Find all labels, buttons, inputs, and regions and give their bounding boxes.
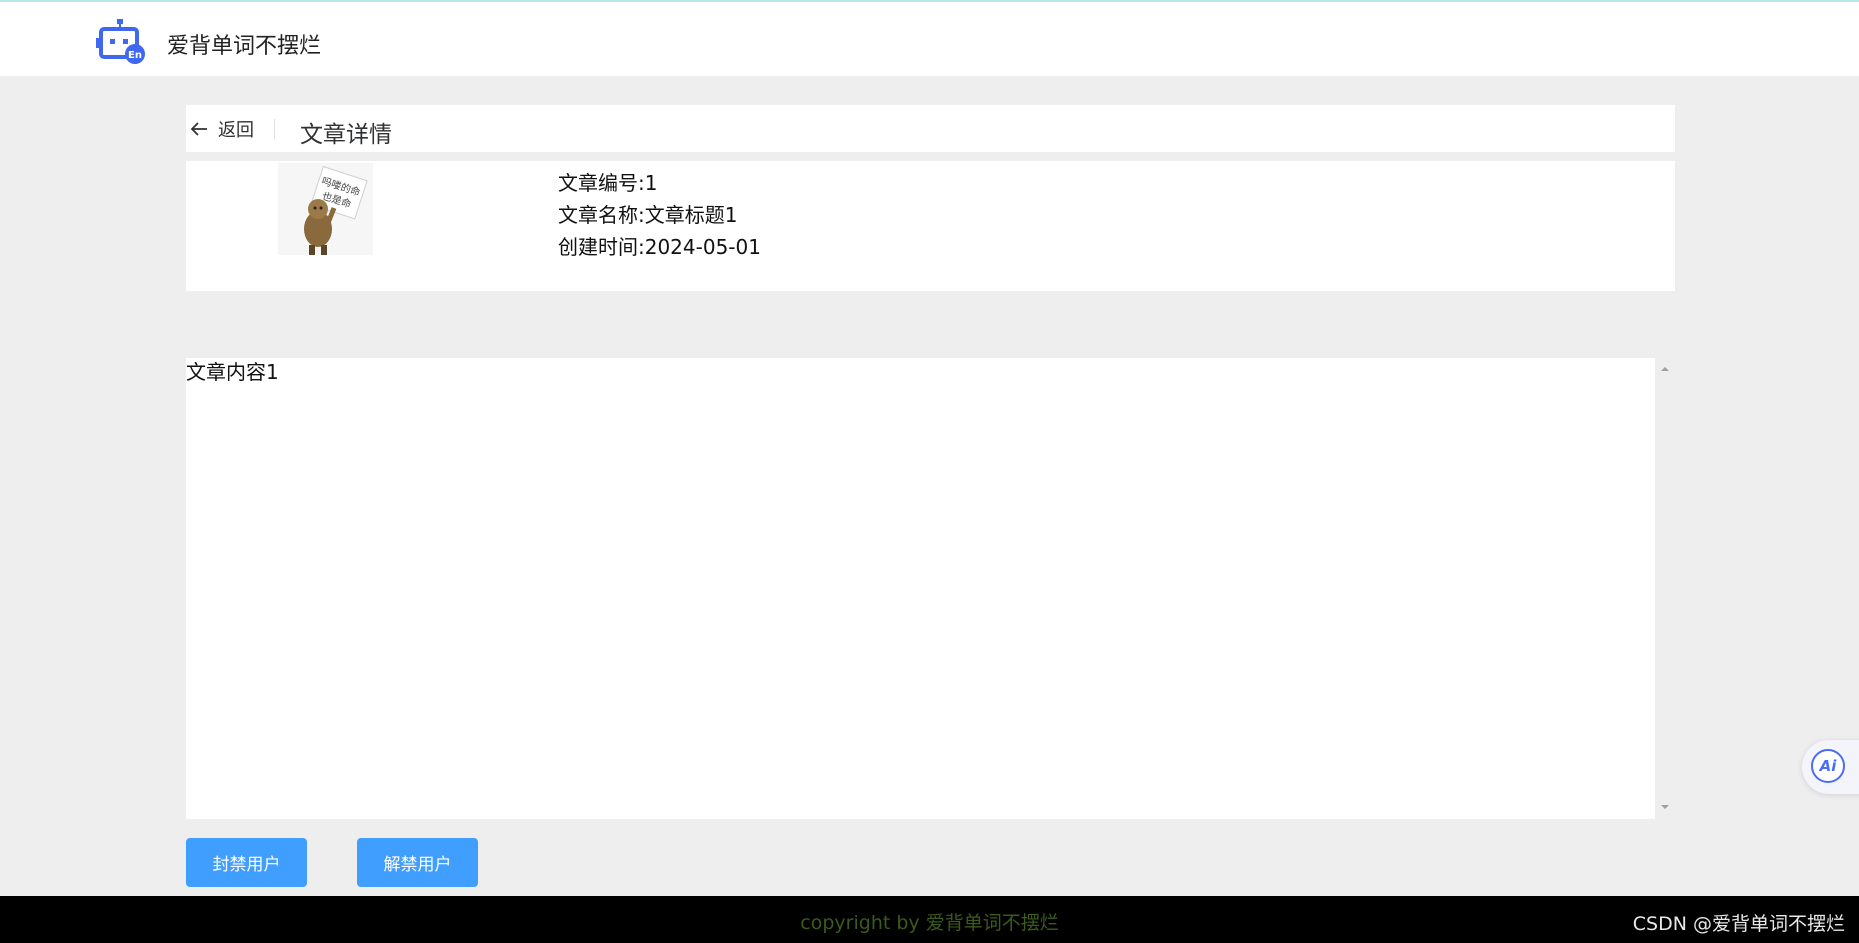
ai-icon: Ai [1811, 749, 1845, 783]
article-name: 文章名称:文章标题1 [558, 203, 738, 227]
article-meta: 文章编号:1 文章名称:文章标题1 创建时间:2024-05-01 [558, 167, 761, 263]
article-content: 文章内容1 [186, 360, 279, 384]
csdn-watermark: CSDN @爱背单词不摆烂 [1632, 913, 1845, 935]
copyright-text: copyright by 爱背单词不摆烂 [800, 912, 1059, 934]
ai-assistant-button[interactable]: Ai [1802, 740, 1859, 794]
back-button[interactable]: 返回 [188, 105, 254, 152]
monkey-sign-illustration: 吗喽的命 也是命 [278, 163, 373, 255]
article-info-card: 吗喽的命 也是命 文章编号:1 文章名称:文章标题1 创建时间:2024-05-… [186, 161, 1675, 291]
top-bar: En 爱背单词不摆烂 [0, 0, 1859, 76]
app-title: 爱背单词不摆烂 [167, 34, 322, 59]
article-id: 文章编号:1 [558, 171, 658, 195]
back-label: 返回 [218, 119, 254, 141]
article-content-textarea[interactable]: 文章内容1 [186, 358, 1655, 819]
robot-en-icon: En [96, 19, 145, 64]
header-divider [274, 119, 275, 139]
page-header: 返回 文章详情 [186, 105, 1675, 152]
page-title: 文章详情 [300, 122, 392, 148]
arrow-left-icon [190, 121, 207, 136]
svg-text:En: En [128, 50, 142, 61]
article-cover-image: 吗喽的命 也是命 [278, 163, 373, 255]
article-created-time: 创建时间:2024-05-01 [558, 235, 761, 259]
scroll-down-arrow-icon[interactable] [1659, 801, 1671, 813]
unban-user-button[interactable]: 解禁用户 [357, 838, 478, 887]
footer: copyright by 爱背单词不摆烂 CSDN @爱背单词不摆烂 [0, 896, 1859, 943]
ban-user-button[interactable]: 封禁用户 [186, 838, 307, 887]
scroll-up-arrow-icon[interactable] [1659, 363, 1671, 375]
